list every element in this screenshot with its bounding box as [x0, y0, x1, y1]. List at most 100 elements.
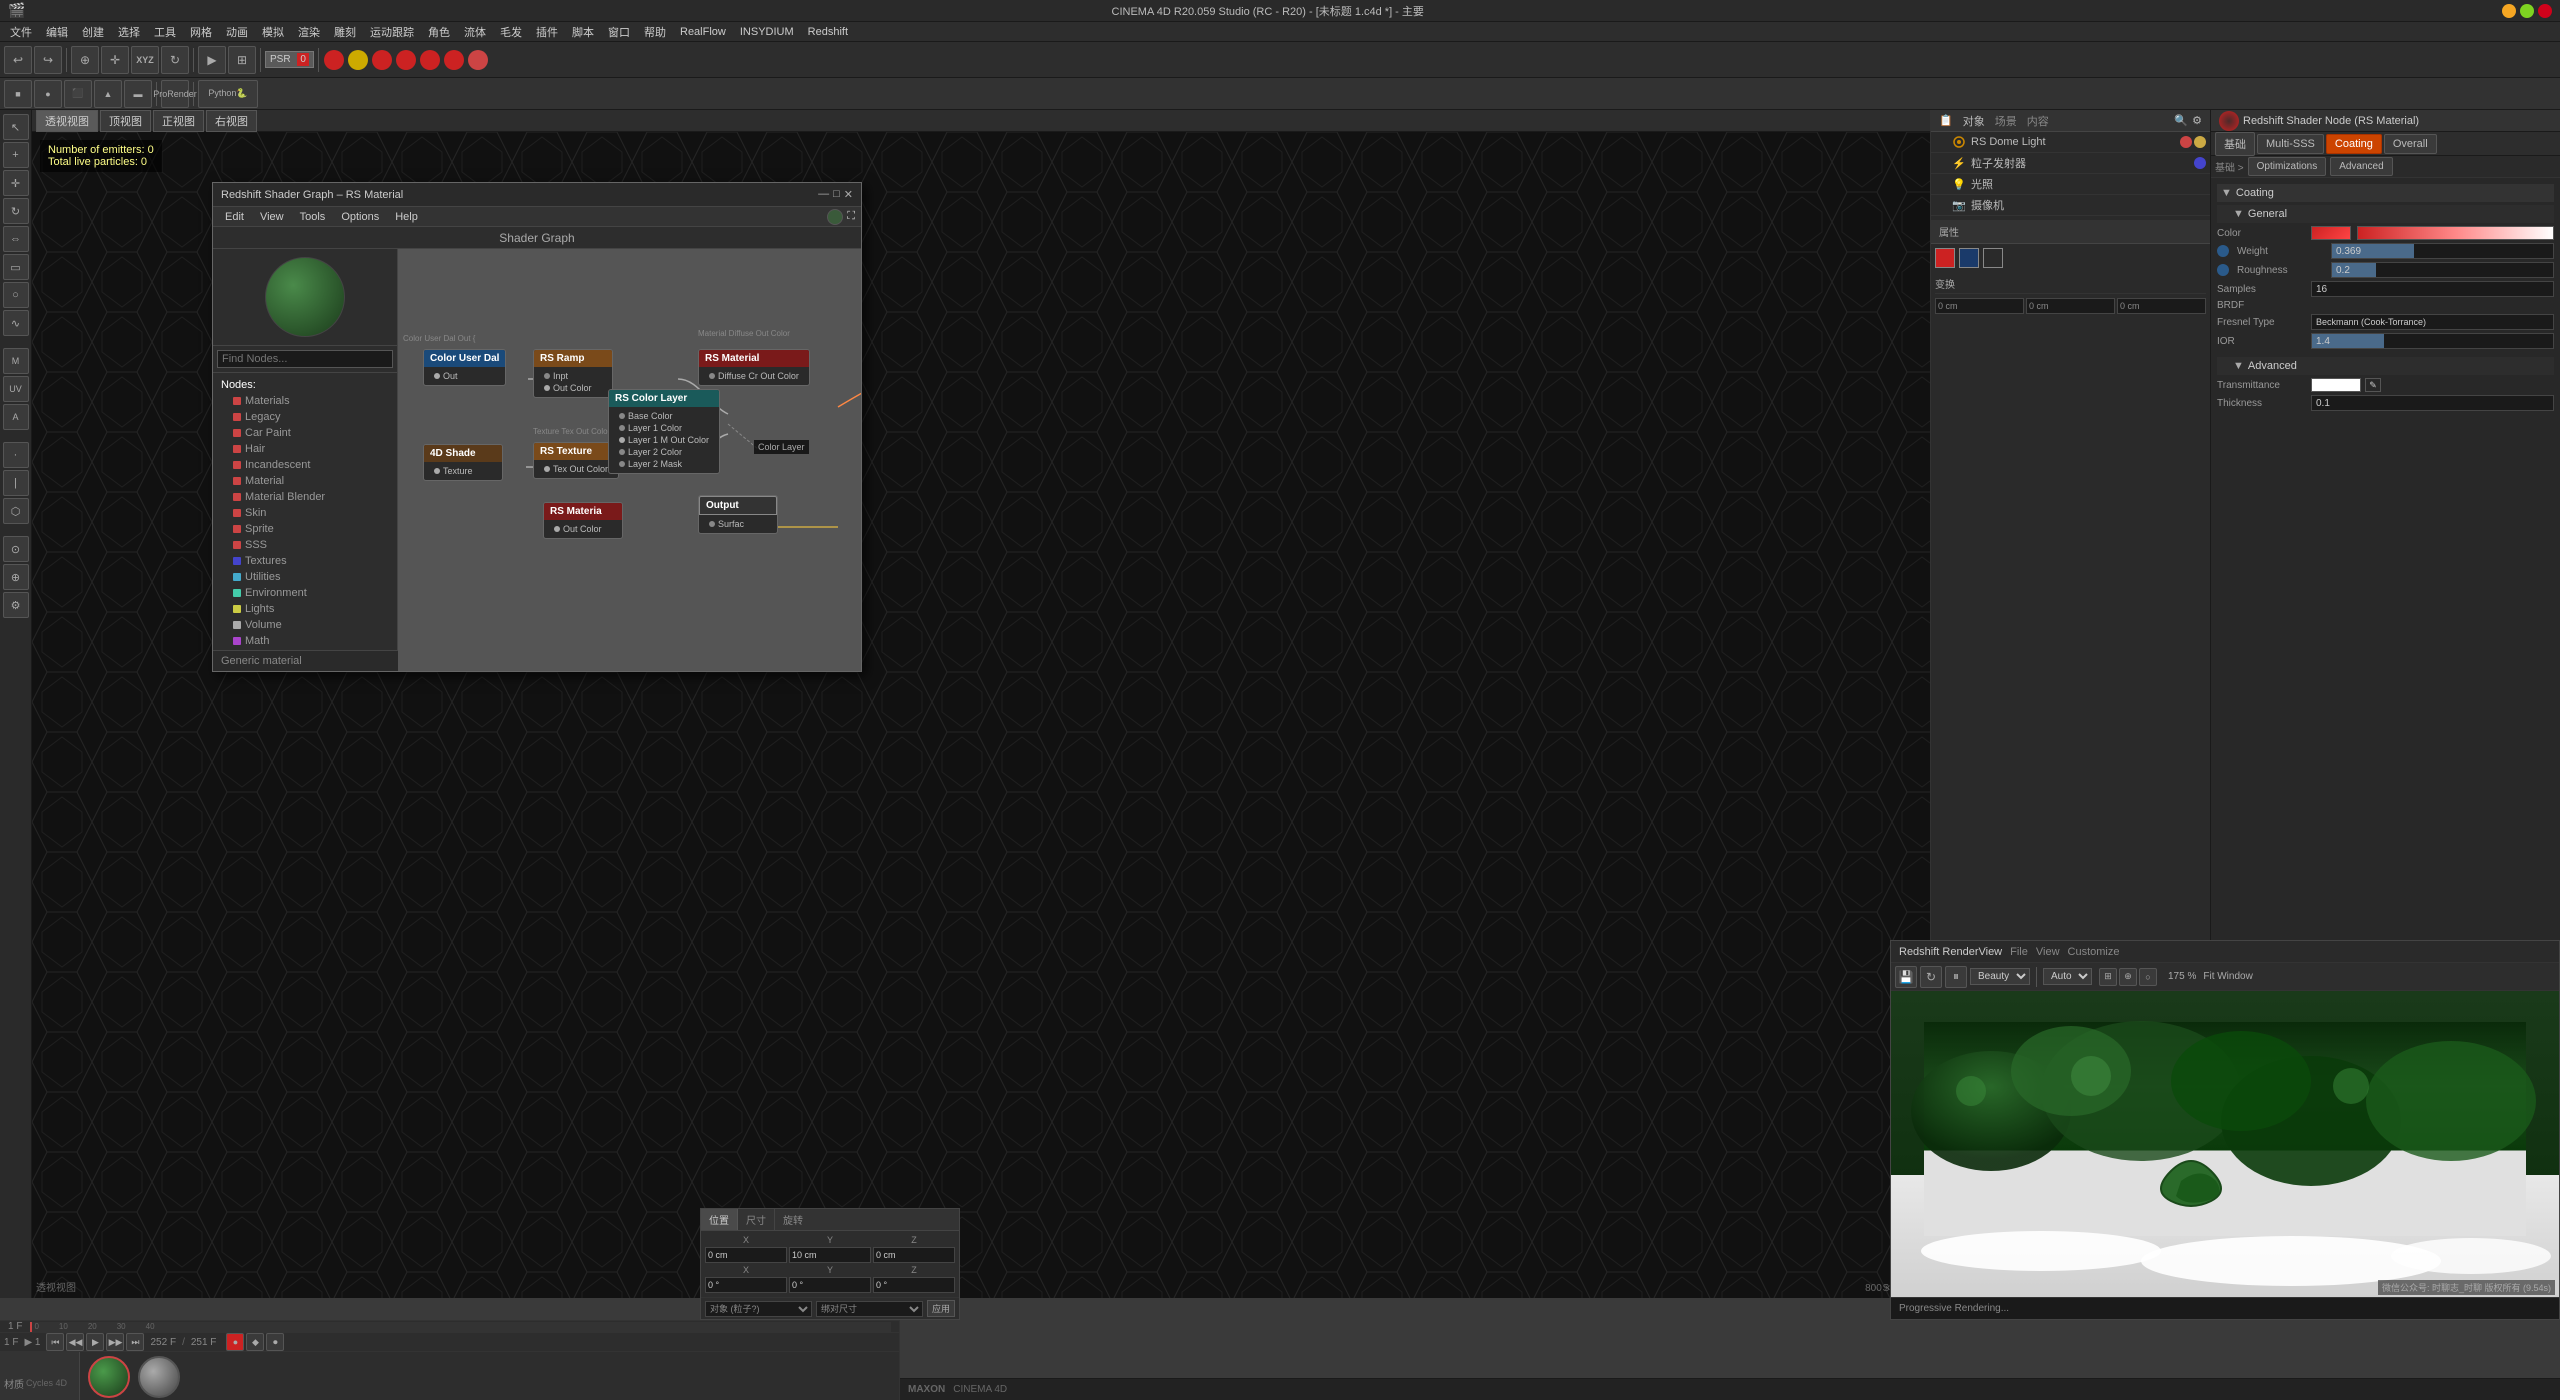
sg-maximize[interactable]: □ [833, 188, 840, 201]
weight-prop-value[interactable]: 0.369 [2331, 243, 2554, 259]
sg-canvas[interactable]: Color User Dal Out [398, 249, 861, 671]
node-color-user-dal[interactable]: Color User Dal Out [423, 349, 506, 386]
rs-tab-basic[interactable]: 基础 [2215, 132, 2255, 156]
obj-filter-btn[interactable]: ⚙ [2192, 114, 2202, 127]
cylinder-btn[interactable]: ⬛ [64, 80, 92, 108]
tool-scale[interactable]: ⇔ [3, 226, 29, 252]
menu-select[interactable]: 选择 [112, 22, 146, 42]
cat-nodes[interactable]: Nodes: [217, 377, 393, 393]
sg-minimize[interactable]: — [818, 188, 829, 201]
tool-select-box[interactable]: ▭ [3, 254, 29, 280]
obj-row-lights[interactable]: 💡 光照 [1931, 174, 2210, 195]
rv-zoom-btn[interactable]: ⊕ [2119, 968, 2137, 986]
rs-tab-coating[interactable]: Coating [2326, 134, 2382, 154]
menu-character[interactable]: 角色 [422, 22, 456, 42]
coord-rz-value[interactable]: 0 ° [873, 1277, 955, 1293]
obj-row-dome-light[interactable]: RS Dome Light [1931, 132, 2210, 153]
coating-section-header[interactable]: ▼ Coating [2217, 184, 2554, 202]
status-btn-7[interactable] [468, 50, 488, 70]
rs-tab-multisss[interactable]: Multi-SSS [2257, 134, 2324, 154]
obj-row-particles[interactable]: ⚡ 粒子发射器 [1931, 153, 2210, 174]
samples-prop-value[interactable]: 16 [2311, 281, 2554, 297]
status-btn-1[interactable] [324, 50, 344, 70]
sphere-btn[interactable]: ● [34, 80, 62, 108]
sg-menu-options[interactable]: Options [335, 209, 385, 225]
coord-size-select[interactable]: 绑对尺寸 [816, 1301, 923, 1317]
obj-row-camera[interactable]: 📷 摄像机 [1931, 195, 2210, 216]
roughness-prop-value[interactable]: 0.2 [2331, 262, 2554, 278]
cube-btn[interactable]: ■ [4, 80, 32, 108]
timeline-bar[interactable]: 0 10 20 30 40 [30, 1322, 891, 1332]
rs-subtab-advanced[interactable]: Advanced [2330, 157, 2392, 176]
tz-field[interactable]: 0 cm [2117, 298, 2206, 314]
ior-prop-value[interactable]: 1.4 [2311, 333, 2554, 349]
tool-arrow[interactable]: ↖ [3, 114, 29, 140]
move-btn[interactable]: ✛ [101, 46, 129, 74]
status-btn-5[interactable] [420, 50, 440, 70]
mat-tab-materials[interactable]: 材质 [4, 1376, 24, 1391]
status-btn-4[interactable] [396, 50, 416, 70]
status-btn-3[interactable] [372, 50, 392, 70]
rv-refresh-btn[interactable]: ↻ [1920, 966, 1942, 988]
sg-menu-view[interactable]: View [254, 209, 290, 225]
rv-menu-view[interactable]: View [2036, 946, 2060, 958]
color-prop-gradient[interactable] [2357, 226, 2554, 240]
cat-materials[interactable]: Materials [217, 393, 393, 409]
general-section-header[interactable]: ▼ General [2217, 205, 2554, 223]
render-btn[interactable]: ▶ [198, 46, 226, 74]
node-rs-color-layer[interactable]: RS Color Layer Base Color Layer 1 Color [608, 389, 720, 474]
menu-mesh[interactable]: 网格 [184, 22, 218, 42]
menu-tools[interactable]: 工具 [148, 22, 182, 42]
transport-play[interactable]: ▶ [86, 1333, 104, 1351]
tool-model[interactable]: M [3, 348, 29, 374]
tool-edge[interactable]: | [3, 470, 29, 496]
transmittance-picker-btn[interactable]: ✎ [2365, 378, 2381, 392]
transport-forward[interactable]: ▶▶ [106, 1333, 124, 1351]
swatch-dark[interactable] [1983, 248, 2003, 268]
coord-tab-position[interactable]: 位置 [701, 1209, 738, 1230]
rv-menu-file[interactable]: File [2010, 946, 2028, 958]
vp-tab-right[interactable]: 右视图 [206, 110, 257, 132]
color-prop-swatch[interactable] [2311, 226, 2351, 240]
status-btn-6[interactable] [444, 50, 464, 70]
swatch-blue[interactable] [1959, 248, 1979, 268]
cat-environment[interactable]: Environment [217, 585, 393, 601]
obj-search-btn[interactable]: 🔍 [2174, 114, 2188, 127]
sg-expand-btn[interactable]: ⛶ [847, 210, 855, 223]
minimize-btn[interactable] [2502, 4, 2516, 18]
node-output[interactable]: Output Surfac [698, 495, 778, 534]
obj-panel-tab-content[interactable]: 内容 [2027, 113, 2049, 129]
tool-animate[interactable]: A [3, 404, 29, 430]
ty-field[interactable]: 0 cm [2026, 298, 2115, 314]
coord-tab-size[interactable]: 尺寸 [738, 1209, 775, 1230]
close-btn[interactable] [2538, 4, 2552, 18]
vp-tab-perspective[interactable]: 透视视图 [36, 110, 98, 132]
transmittance-swatch[interactable] [2311, 378, 2361, 392]
cat-hair[interactable]: Hair [217, 441, 393, 457]
weight-check[interactable] [2217, 245, 2229, 257]
status-btn-2[interactable] [348, 50, 368, 70]
rv-auto-select[interactable]: Auto [2043, 968, 2092, 985]
mat-tab-cycles[interactable]: Cycles 4D [26, 1378, 67, 1388]
rs-subtab-optimizations[interactable]: Optimizations [2248, 157, 2327, 176]
transport-end[interactable]: ⏭ [126, 1333, 144, 1351]
transport-start[interactable]: ⏮ [46, 1333, 64, 1351]
shader-graph-window[interactable]: Redshift Shader Graph – RS Material — □ … [212, 182, 862, 672]
tool-axis[interactable]: ⊕ [3, 564, 29, 590]
cat-math[interactable]: Math [217, 633, 393, 649]
roughness-check[interactable] [2217, 264, 2229, 276]
mat-swatch-1[interactable]: RS Matt [88, 1356, 130, 1400]
node-rs-material2[interactable]: RS Materia Out Color [543, 502, 623, 539]
rv-circle-btn[interactable]: ○ [2139, 968, 2157, 986]
coord-rx-value[interactable]: 0 ° [705, 1277, 787, 1293]
cat-sss[interactable]: SSS [217, 537, 393, 553]
cat-textures[interactable]: Textures [217, 553, 393, 569]
rv-fit-label[interactable]: Fit Window [2203, 971, 2252, 982]
tool-move[interactable]: ✛ [3, 170, 29, 196]
menu-file[interactable]: 文件 [4, 22, 38, 42]
menu-sculpt[interactable]: 雕刻 [328, 22, 362, 42]
render-view-btn[interactable]: ⊞ [228, 46, 256, 74]
cat-materialblender[interactable]: Material Blender [217, 489, 393, 505]
keyframe-btn[interactable]: ◆ [246, 1333, 264, 1351]
cat-volume[interactable]: Volume [217, 617, 393, 633]
